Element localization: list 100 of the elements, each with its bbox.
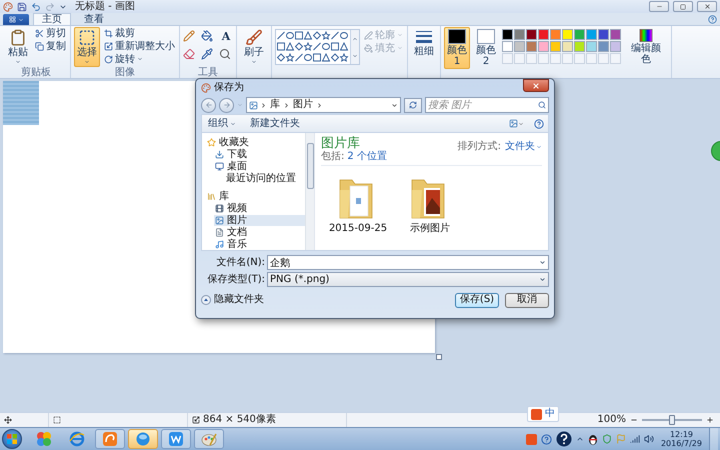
dialog-button[interactable]: 保存(S) bbox=[455, 292, 499, 308]
back-button[interactable] bbox=[201, 98, 216, 112]
zoom-thumb[interactable] bbox=[669, 415, 675, 425]
nav-item[interactable]: 最近访问的位置 bbox=[214, 173, 305, 184]
help-icon[interactable] bbox=[534, 118, 544, 128]
palette-swatch[interactable] bbox=[550, 41, 561, 52]
refresh-button[interactable] bbox=[404, 98, 422, 112]
palette-swatch[interactable] bbox=[598, 41, 609, 52]
palette-swatch[interactable] bbox=[574, 41, 585, 52]
locations-link[interactable]: 2 个位置 bbox=[347, 151, 387, 162]
palette-swatch[interactable] bbox=[502, 29, 513, 40]
paint-bucket-icon[interactable] bbox=[201, 30, 213, 42]
dialog-button[interactable]: 取消 bbox=[505, 292, 549, 308]
text-tool-button[interactable]: A bbox=[219, 30, 233, 44]
help-icon[interactable] bbox=[708, 15, 717, 24]
palette-swatch[interactable] bbox=[526, 41, 537, 52]
redo-icon[interactable] bbox=[45, 2, 55, 12]
ribbon-tab[interactable]: 查看 bbox=[75, 13, 113, 25]
ime-mode-button[interactable]: 中 bbox=[545, 408, 555, 420]
shapes-gallery-drawing[interactable] bbox=[276, 30, 350, 64]
scroll-up-icon[interactable] bbox=[352, 36, 358, 42]
penguin-icon[interactable] bbox=[588, 434, 598, 444]
taskbar-app-button[interactable] bbox=[128, 429, 158, 449]
color-picker-icon[interactable] bbox=[201, 48, 213, 60]
dropdown-caret-icon[interactable] bbox=[539, 259, 546, 266]
palette-swatch[interactable] bbox=[514, 29, 525, 40]
arrange-dropdown[interactable]: 文件夹 bbox=[505, 141, 542, 152]
nav-item[interactable]: 库 bbox=[206, 191, 305, 202]
palette-swatch[interactable] bbox=[610, 29, 621, 40]
organize-button[interactable]: 组织 bbox=[206, 118, 238, 130]
magnifier-icon[interactable] bbox=[219, 48, 231, 60]
save-icon[interactable] bbox=[17, 2, 27, 12]
taskbar-app-button[interactable] bbox=[161, 429, 191, 449]
file-type-select[interactable]: PNG (*.png) bbox=[267, 272, 549, 287]
help-large-icon[interactable] bbox=[556, 431, 572, 447]
palette-swatch[interactable] bbox=[550, 29, 561, 40]
eraser-icon[interactable] bbox=[183, 48, 195, 60]
palette-swatch[interactable] bbox=[586, 41, 597, 52]
folder-name[interactable]: 示例图片 bbox=[410, 223, 450, 234]
nav-item[interactable]: 视频 bbox=[214, 203, 305, 214]
nav-item[interactable]: 下载 bbox=[214, 149, 305, 160]
dropdown-caret-icon[interactable] bbox=[539, 276, 546, 283]
new-folder-button[interactable]: 新建文件夹 bbox=[248, 118, 302, 130]
search-field[interactable]: 搜索 图片 bbox=[425, 97, 549, 113]
pencil-icon[interactable] bbox=[183, 30, 195, 42]
address-bar[interactable]: 库 图片 bbox=[246, 97, 401, 113]
scroll-down-icon[interactable] bbox=[352, 52, 358, 58]
palette-swatch[interactable] bbox=[610, 41, 621, 52]
file-menu-button[interactable] bbox=[3, 14, 29, 25]
network-icon[interactable] bbox=[630, 434, 640, 444]
taskbar-app-button[interactable] bbox=[95, 429, 125, 449]
close-button[interactable] bbox=[523, 79, 549, 92]
palette-swatch[interactable] bbox=[562, 29, 573, 40]
clock[interactable]: 12:19 2016/7/29 bbox=[656, 430, 706, 448]
palette-swatch[interactable] bbox=[538, 29, 549, 40]
nav-item[interactable]: 桌面 bbox=[214, 161, 305, 172]
hide-folders-button[interactable]: 隐藏文件夹 bbox=[201, 294, 264, 306]
nav-item[interactable]: 图片 bbox=[214, 215, 305, 226]
color-slot-button[interactable]: 颜色 1 bbox=[444, 27, 470, 69]
palette-swatch[interactable] bbox=[526, 29, 537, 40]
show-hidden-icons[interactable] bbox=[576, 435, 584, 443]
forward-button[interactable] bbox=[219, 98, 234, 112]
nav-item[interactable]: 音乐 bbox=[214, 239, 305, 250]
resize-button[interactable]: 重新调整大小 bbox=[103, 40, 176, 52]
nav-item[interactable]: 收藏夹 bbox=[206, 137, 305, 148]
view-options-button[interactable] bbox=[509, 119, 524, 128]
search-icon[interactable] bbox=[538, 101, 546, 109]
palette-swatch[interactable] bbox=[538, 41, 549, 52]
history-caret-icon[interactable] bbox=[237, 102, 243, 108]
file-name-field[interactable]: 企鹅 bbox=[267, 255, 549, 270]
taskbar-app-button[interactable] bbox=[194, 429, 224, 449]
zoom-in-icon[interactable] bbox=[706, 416, 714, 424]
palette-swatch[interactable] bbox=[586, 29, 597, 40]
select-button[interactable]: 选择 bbox=[74, 27, 100, 67]
maximize-button[interactable] bbox=[673, 1, 693, 12]
size-button[interactable]: 粗细 bbox=[411, 27, 437, 67]
edit-colors-button[interactable]: 编辑颜色 bbox=[624, 27, 668, 67]
folder-name[interactable]: 2015-09-25 bbox=[328, 223, 388, 234]
crop-button[interactable]: 裁剪 bbox=[103, 27, 176, 39]
ribbon-tab[interactable]: 主页 bbox=[33, 13, 71, 25]
shield-icon[interactable] bbox=[602, 434, 612, 444]
paste-button[interactable]: 粘贴 bbox=[5, 27, 31, 67]
volume-icon[interactable] bbox=[644, 434, 654, 444]
undo-icon[interactable] bbox=[31, 2, 41, 12]
breadcrumb[interactable]: 图片 bbox=[292, 99, 314, 111]
palette-swatch[interactable] bbox=[502, 41, 513, 52]
rotate-button[interactable]: 旋转 bbox=[103, 53, 176, 65]
breadcrumb[interactable]: 库 bbox=[269, 99, 281, 111]
brushes-button[interactable]: 刷子 bbox=[240, 27, 268, 67]
resize-handle[interactable] bbox=[436, 354, 442, 360]
palette-swatch[interactable] bbox=[514, 41, 525, 52]
start-button[interactable] bbox=[2, 429, 22, 449]
cut-button[interactable]: 剪切 bbox=[34, 27, 67, 39]
scrollbar-thumb[interactable] bbox=[307, 143, 314, 189]
scrollbar[interactable] bbox=[305, 133, 314, 250]
palette-swatch[interactable] bbox=[574, 29, 585, 40]
palette-swatch[interactable] bbox=[598, 29, 609, 40]
help-icon[interactable] bbox=[540, 434, 552, 444]
palette-swatch[interactable] bbox=[562, 41, 573, 52]
address-dropdown-icon[interactable] bbox=[391, 102, 398, 108]
